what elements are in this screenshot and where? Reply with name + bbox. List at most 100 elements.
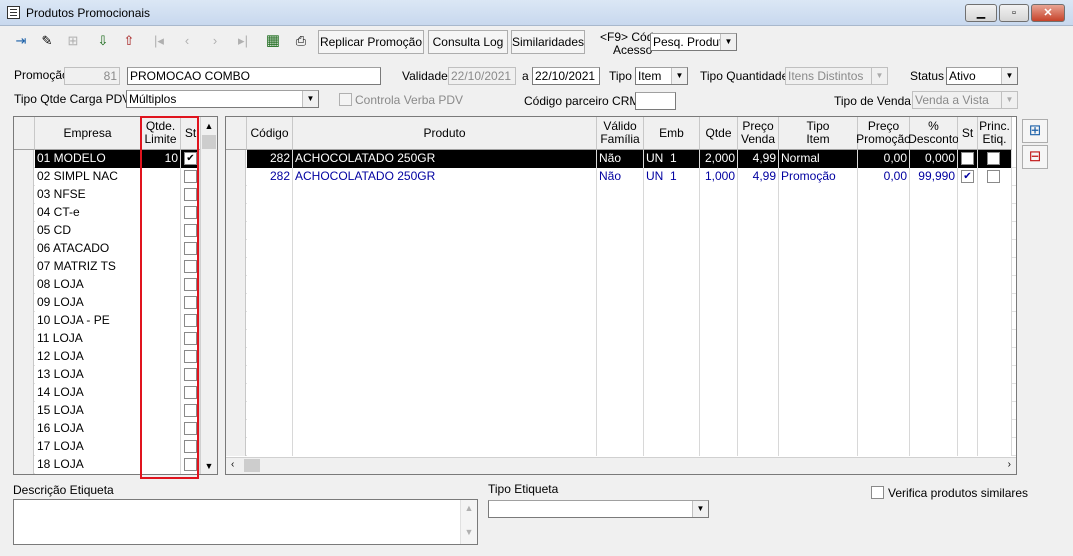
tipo-item-cell[interactable] bbox=[779, 330, 858, 348]
princ-etiq-cell[interactable] bbox=[978, 366, 1012, 384]
produto-cell[interactable] bbox=[293, 366, 597, 384]
grid-icon[interactable]: ▦ bbox=[262, 30, 284, 52]
desconto-cell[interactable] bbox=[910, 222, 958, 240]
empresa-cell[interactable]: 18 LOJA bbox=[35, 456, 141, 474]
tipo-item-cell[interactable] bbox=[779, 222, 858, 240]
codigo-cell[interactable] bbox=[247, 420, 293, 438]
similaridades-button[interactable]: Similaridades bbox=[511, 30, 585, 54]
emb-cell[interactable]: UN 1 bbox=[644, 168, 700, 186]
close-button[interactable]: ✕ bbox=[1031, 4, 1065, 22]
codigo-cell[interactable] bbox=[247, 402, 293, 420]
valido-familia-cell[interactable] bbox=[597, 294, 644, 312]
valido-familia-cell[interactable] bbox=[597, 186, 644, 204]
st-cell[interactable] bbox=[958, 204, 978, 222]
preco-promocao-cell[interactable]: 0,00 bbox=[858, 150, 910, 168]
tipo-item-cell[interactable] bbox=[779, 240, 858, 258]
princ-etiq-cell[interactable] bbox=[978, 222, 1012, 240]
scroll-thumb[interactable] bbox=[244, 459, 260, 472]
tipo-item-cell[interactable] bbox=[779, 204, 858, 222]
tipo-qtde-carga-select[interactable]: Múltiplos ▼ bbox=[126, 90, 319, 108]
desconto-cell[interactable] bbox=[910, 240, 958, 258]
tipo-item-cell[interactable] bbox=[779, 276, 858, 294]
codigo-cell[interactable] bbox=[247, 222, 293, 240]
chevron-down-icon[interactable]: ▼ bbox=[671, 68, 687, 84]
chevron-down-icon[interactable]: ▼ bbox=[302, 91, 318, 107]
st-cell[interactable] bbox=[958, 312, 978, 330]
qtde-cell[interactable] bbox=[700, 186, 738, 204]
previous-record-icon[interactable]: ‹ bbox=[176, 30, 198, 52]
controla-verba-checkbox[interactable] bbox=[339, 93, 352, 106]
codigo-cell[interactable]: 282 bbox=[247, 150, 293, 168]
desconto-cell[interactable] bbox=[910, 204, 958, 222]
horizontal-scrollbar[interactable]: ‹ › bbox=[226, 457, 1016, 474]
preco-promocao-cell[interactable] bbox=[858, 276, 910, 294]
codigo-cell[interactable] bbox=[247, 366, 293, 384]
tipo-item-cell[interactable] bbox=[779, 420, 858, 438]
chevron-down-icon[interactable]: ▼ bbox=[1001, 68, 1017, 84]
maximize-button[interactable]: ▫ bbox=[999, 4, 1029, 22]
produto-row[interactable] bbox=[226, 366, 1016, 384]
tipo-item-cell[interactable]: Promoção bbox=[779, 168, 858, 186]
desconto-cell[interactable] bbox=[910, 438, 958, 456]
st-cell[interactable]: ✔ bbox=[958, 150, 978, 168]
desconto-cell[interactable]: 0,000 bbox=[910, 150, 958, 168]
qtde-cell[interactable] bbox=[700, 384, 738, 402]
preco-venda-cell[interactable]: 4,99 bbox=[738, 150, 779, 168]
produto-cell[interactable] bbox=[293, 186, 597, 204]
emb-cell[interactable] bbox=[644, 204, 700, 222]
chevron-down-icon[interactable]: ▼ bbox=[720, 34, 736, 50]
empresa-cell[interactable]: 08 LOJA bbox=[35, 276, 141, 294]
qtde-cell[interactable] bbox=[700, 258, 738, 276]
tipo-etiqueta-select[interactable]: ▼ bbox=[488, 500, 709, 518]
empresa-cell[interactable]: 13 LOJA bbox=[35, 366, 141, 384]
produto-row[interactable] bbox=[226, 186, 1016, 204]
scroll-down-icon[interactable]: ▼ bbox=[201, 461, 217, 471]
preco-promocao-cell[interactable] bbox=[858, 384, 910, 402]
preco-venda-cell[interactable] bbox=[738, 402, 779, 420]
valido-familia-cell[interactable] bbox=[597, 222, 644, 240]
produto-cell[interactable] bbox=[293, 420, 597, 438]
qtde-cell[interactable] bbox=[700, 294, 738, 312]
qtde-cell[interactable]: 2,000 bbox=[700, 150, 738, 168]
preco-promocao-cell[interactable] bbox=[858, 240, 910, 258]
st-cell[interactable] bbox=[958, 222, 978, 240]
st-cell[interactable] bbox=[958, 186, 978, 204]
produto-cell[interactable] bbox=[293, 204, 597, 222]
princ-etiq-cell[interactable] bbox=[978, 186, 1012, 204]
st-checkbox[interactable]: ✔ bbox=[961, 170, 974, 183]
st-header[interactable]: St bbox=[958, 117, 978, 150]
empresa-cell[interactable]: 09 LOJA bbox=[35, 294, 141, 312]
princ-etiq-cell[interactable] bbox=[978, 402, 1012, 420]
produto-cell[interactable] bbox=[293, 312, 597, 330]
valido-familia-cell[interactable] bbox=[597, 384, 644, 402]
st-checkbox[interactable]: ✔ bbox=[961, 152, 974, 165]
st-cell[interactable] bbox=[958, 276, 978, 294]
produto-row[interactable] bbox=[226, 384, 1016, 402]
tree-icon[interactable]: ⊞ bbox=[62, 30, 84, 52]
produto-row[interactable] bbox=[226, 438, 1016, 456]
emb-cell[interactable] bbox=[644, 186, 700, 204]
st-cell[interactable] bbox=[958, 294, 978, 312]
desconto-cell[interactable] bbox=[910, 330, 958, 348]
tipo-item-cell[interactable]: Normal bbox=[779, 150, 858, 168]
desconto-cell[interactable] bbox=[910, 384, 958, 402]
empresa-cell[interactable]: 04 CT-e bbox=[35, 204, 141, 222]
qtde-cell[interactable]: 1,000 bbox=[700, 168, 738, 186]
preco-venda-cell[interactable] bbox=[738, 240, 779, 258]
valido-familia-cell[interactable] bbox=[597, 240, 644, 258]
next-record-icon[interactable]: › bbox=[204, 30, 226, 52]
promocao-name-field[interactable]: PROMOCAO COMBO bbox=[127, 67, 381, 85]
descricao-etiqueta-field[interactable]: ▲ ▼ bbox=[13, 499, 478, 545]
desconto-cell[interactable] bbox=[910, 312, 958, 330]
princ-etiq-cell[interactable] bbox=[978, 330, 1012, 348]
valido-familia-cell[interactable] bbox=[597, 330, 644, 348]
vertical-scrollbar[interactable]: ▲ ▼ bbox=[460, 500, 477, 544]
qtde-cell[interactable] bbox=[700, 366, 738, 384]
desconto-cell[interactable] bbox=[910, 420, 958, 438]
emb-cell[interactable] bbox=[644, 312, 700, 330]
produto-row[interactable]: 282 ACHOCOLATADO 250GR Não UN 1 1,000 4,99 Pro… bbox=[226, 168, 1016, 186]
preco-promocao-cell[interactable] bbox=[858, 348, 910, 366]
desconto-cell[interactable] bbox=[910, 366, 958, 384]
preco-promocao-cell[interactable] bbox=[858, 330, 910, 348]
produto-row[interactable]: 282 ACHOCOLATADO 250GR Não UN 1 2,000 4,99 Nor… bbox=[226, 150, 1016, 168]
